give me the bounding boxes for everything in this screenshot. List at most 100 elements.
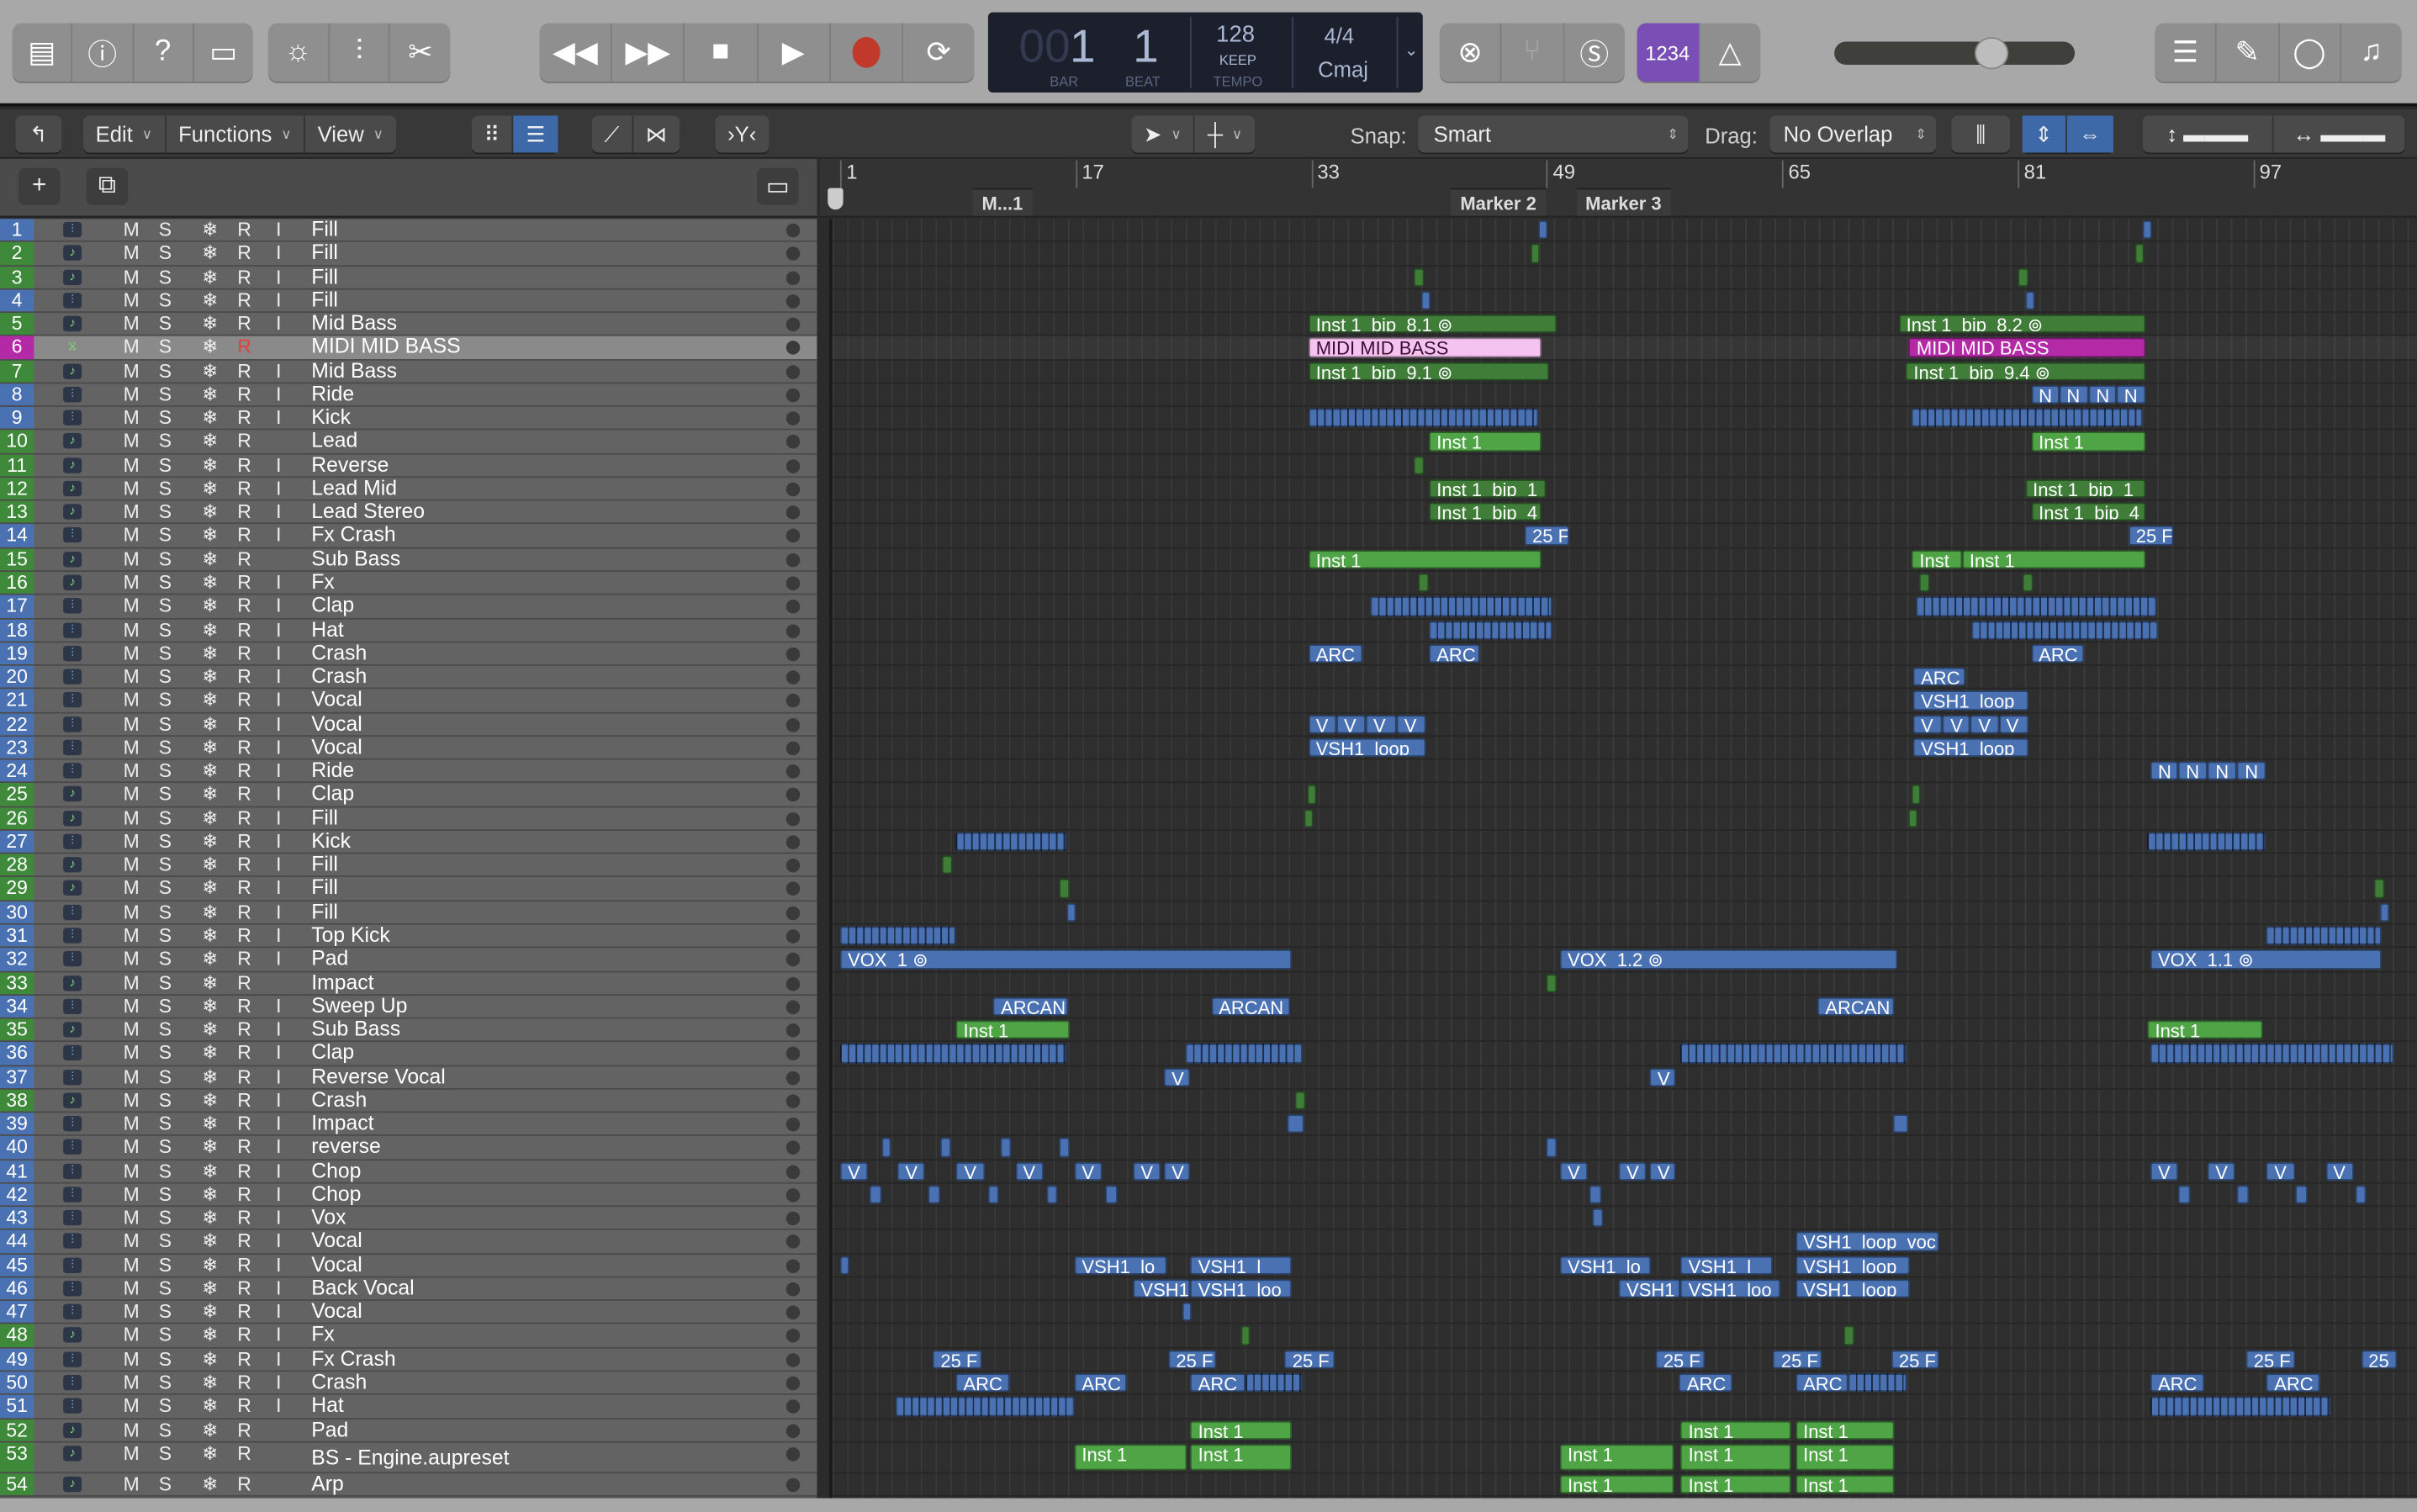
input-monitor-button[interactable]: I [276, 219, 281, 241]
freeze-button[interactable]: ❄ [202, 878, 218, 900]
track-header[interactable]: 41 ⫶ M S ❄ R I Chop [0, 1160, 817, 1184]
record-enable-button[interactable]: R [237, 336, 251, 358]
audio-region-group[interactable] [839, 926, 956, 945]
solo-button[interactable]: S [159, 1372, 172, 1393]
track-header[interactable]: 24 ⫶ M S ❄ R I Ride [0, 759, 817, 784]
input-monitor-button[interactable]: I [276, 407, 281, 429]
freeze-button[interactable]: ❄ [202, 313, 218, 335]
track-header[interactable]: 43 ⫶ M S ❄ R I Vox [0, 1207, 817, 1231]
solo-button[interactable]: S [159, 737, 172, 759]
audio-region-group[interactable] [896, 1397, 1075, 1416]
mute-button[interactable]: M [124, 1160, 140, 1182]
freeze-button[interactable]: ❄ [202, 242, 218, 264]
freeze-button[interactable]: ❄ [202, 737, 218, 759]
mute-button[interactable]: M [124, 242, 140, 264]
track-name[interactable]: Sub Bass [311, 1018, 400, 1041]
track-lane[interactable] [832, 454, 2417, 478]
record-enable-button[interactable]: R [237, 501, 251, 523]
track-header[interactable]: 9 ⫶ M S ❄ R I Kick [0, 406, 817, 431]
audio-region-group[interactable] [1186, 1044, 1303, 1063]
record-enable-button[interactable]: R [237, 1019, 251, 1041]
solo-button[interactable]: S [159, 572, 172, 594]
track-lane[interactable]: Inst 1_bip_1 Inst 1_bip_1 [832, 478, 2417, 502]
track-lane[interactable]: Inst 1 Inst Inst 1 [832, 548, 2417, 572]
solo-button[interactable]: S [159, 901, 172, 923]
solo-button[interactable]: S [159, 1254, 172, 1276]
region[interactable]: VSH1 [1618, 1279, 1681, 1298]
mute-button[interactable]: M [124, 289, 140, 311]
global-tracks-icon[interactable]: ▭ [756, 167, 799, 205]
track-name[interactable]: Mid Bass [311, 312, 397, 335]
region[interactable]: V [1015, 1161, 1044, 1181]
input-monitor-button[interactable]: I [276, 854, 281, 876]
region[interactable]: ARC [1308, 643, 1363, 663]
track-name[interactable]: Vocal [311, 712, 362, 735]
input-monitor-button[interactable]: I [276, 619, 281, 641]
track-lane[interactable]: VSH1_loop_ [832, 690, 2417, 713]
solo-button[interactable]: S [159, 666, 172, 688]
mute-button[interactable]: M [124, 431, 140, 452]
audio-region-group[interactable] [2147, 832, 2267, 852]
solo-button[interactable]: S [159, 713, 172, 735]
region[interactable] [1182, 1303, 1193, 1322]
mute-button[interactable]: M [124, 383, 140, 405]
loop-browser-icon[interactable]: ◯ [2279, 23, 2341, 82]
region[interactable]: 25 F [2245, 1350, 2295, 1369]
region[interactable]: ARC [955, 1373, 1010, 1393]
mute-button[interactable]: M [124, 478, 140, 500]
edit-menu[interactable]: Edit ∨ [83, 115, 167, 153]
record-enable-button[interactable]: R [237, 972, 251, 994]
solo-icon[interactable]: Ⓢ [1564, 23, 1625, 82]
track-lane[interactable] [832, 878, 2417, 901]
mute-button[interactable]: M [124, 1324, 140, 1346]
solo-button[interactable]: S [159, 949, 172, 970]
record-enable-button[interactable]: R [237, 1090, 251, 1112]
input-monitor-button[interactable]: I [276, 666, 281, 688]
freeze-button[interactable]: ❄ [202, 595, 218, 617]
solo-button[interactable]: S [159, 1183, 172, 1205]
region[interactable]: 25 F [1284, 1350, 1335, 1369]
region[interactable]: Inst 1_bip_8.1 ⊚ [1308, 315, 1558, 334]
mute-button[interactable]: M [124, 713, 140, 735]
smart-controls-icon[interactable]: ☼ [268, 23, 330, 82]
toolbar-icon[interactable]: ▭ [193, 23, 252, 82]
mute-button[interactable]: M [124, 737, 140, 759]
region[interactable]: V [1335, 714, 1366, 734]
stop-icon[interactable]: ■ [685, 23, 758, 82]
record-enable-button[interactable]: R [237, 548, 251, 570]
track-name[interactable]: Ride [311, 759, 354, 782]
region[interactable]: V [1164, 1161, 1191, 1181]
input-monitor-button[interactable]: I [276, 266, 281, 288]
mute-button[interactable]: M [124, 1043, 140, 1065]
mute-button[interactable]: M [124, 1395, 140, 1417]
region[interactable] [2018, 267, 2028, 287]
freeze-button[interactable]: ❄ [202, 1419, 218, 1441]
track-lane[interactable] [832, 266, 2417, 290]
solo-button[interactable]: S [159, 807, 172, 829]
track-header[interactable]: 50 ⫶ M S ❄ R I Crash [0, 1371, 817, 1396]
mute-button[interactable]: M [124, 690, 140, 711]
track-header[interactable]: 19 ⫶ M S ❄ R I Crash [0, 642, 817, 666]
region[interactable] [1843, 1326, 1854, 1345]
solo-button[interactable]: S [159, 383, 172, 405]
track-lane[interactable] [832, 1113, 2417, 1137]
region[interactable]: Inst 1 [1795, 1420, 1895, 1440]
freeze-button[interactable]: ❄ [202, 831, 218, 853]
region[interactable]: Inst 1_bip_1 [2025, 478, 2146, 499]
input-monitor-button[interactable]: I [276, 642, 281, 664]
mute-button[interactable]: M [124, 878, 140, 900]
input-monitor-button[interactable]: I [276, 572, 281, 594]
region[interactable]: 25 F [2128, 526, 2174, 546]
track-name[interactable]: Clap [311, 783, 354, 806]
record-enable-button[interactable]: R [237, 1113, 251, 1135]
region[interactable]: 25 F [1891, 1350, 1940, 1369]
solo-button[interactable]: S [159, 431, 172, 452]
region[interactable] [1414, 455, 1425, 475]
input-monitor-button[interactable]: I [276, 478, 281, 500]
track-name[interactable]: Hat [311, 1394, 344, 1417]
region[interactable]: Inst 1 [1190, 1420, 1293, 1440]
play-icon[interactable]: ▶ [758, 23, 831, 82]
track-name[interactable]: Reverse Vocal [311, 1065, 446, 1088]
input-monitor-button[interactable]: I [276, 996, 281, 1018]
track-name[interactable]: Fill [311, 218, 338, 241]
